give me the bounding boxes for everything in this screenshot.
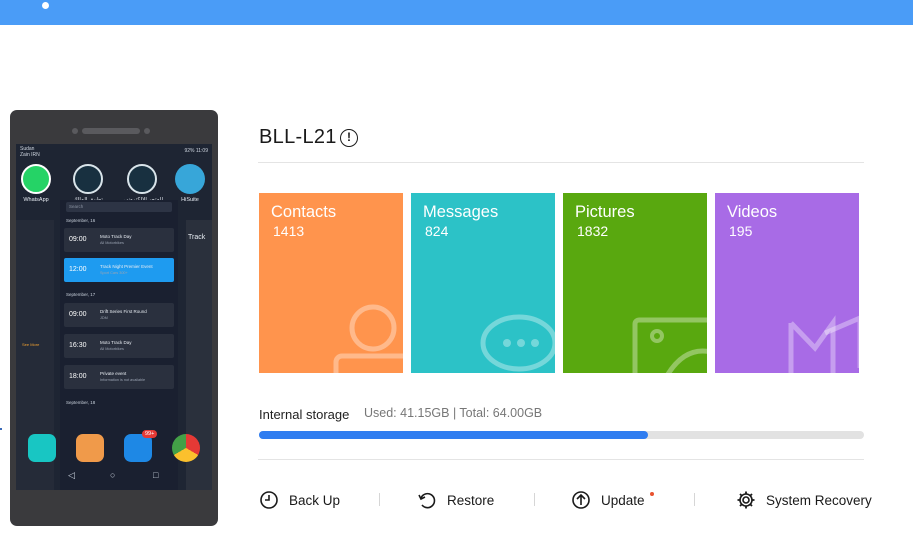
event-name: Moto Track Day (100, 340, 132, 345)
messages-app-icon (124, 434, 152, 462)
divider (258, 162, 864, 163)
system-recovery-button[interactable]: System Recovery (736, 489, 872, 511)
sensor-icon (72, 128, 78, 134)
app-owner: تطبيق المالك (70, 164, 106, 203)
contacts-app-icon (76, 434, 104, 462)
event-sub: All Motorbikes (100, 347, 124, 351)
storage-progress-fill (259, 431, 648, 439)
videos-tile[interactable]: Videos 195 (715, 193, 859, 373)
app-icon (73, 164, 103, 194)
messages-tile[interactable]: Messages 824 (411, 193, 555, 373)
phone-dock: 99+ (16, 430, 212, 464)
phone-nav-bar: ◁ ○ □ (16, 466, 212, 488)
event-name: Track Night Premier Event (100, 264, 153, 269)
phone-app-icon (28, 434, 56, 462)
storage-progress-bar (259, 431, 864, 439)
app-label: WhatsApp (23, 197, 49, 203)
event-time: 18:00 (69, 373, 87, 380)
event-row: 09:00 Moto Track Day All Motorbikes (64, 228, 174, 252)
day-header: September, 16 (66, 218, 96, 223)
restore-icon (418, 492, 436, 509)
update-label: Update (601, 492, 645, 508)
device-model-title: BLL-L21 (259, 126, 337, 148)
action-separator (379, 493, 380, 506)
whatsapp-icon (21, 164, 51, 194)
system-recovery-label: System Recovery (766, 492, 872, 508)
action-separator (534, 493, 535, 506)
title-bar (0, 0, 913, 25)
camera-icon (144, 128, 150, 134)
messages-label: Messages (423, 203, 499, 221)
update-icon (572, 491, 590, 509)
storage-label: Internal storage (259, 407, 350, 422)
event-name: Private event (100, 371, 127, 376)
event-name: Moto Track Day (100, 234, 132, 239)
speaker-grille (82, 128, 140, 134)
info-icon[interactable]: ! (340, 129, 358, 147)
message-badge: 99+ (142, 430, 158, 438)
event-row: 16:30 Moto Track Day All Motorbikes (64, 334, 174, 358)
phone-search-field: Search (66, 202, 172, 212)
back-nav-icon: ◁ (68, 470, 75, 480)
chrome-app-icon (172, 434, 200, 462)
event-sub: Information is not available (100, 378, 146, 382)
see-more-link: See More (22, 342, 40, 347)
backup-button[interactable]: Back Up (259, 489, 340, 511)
event-row: 18:00 Private event Information is not a… (64, 365, 174, 389)
card-title: Track (188, 234, 206, 241)
contacts-count: 1413 (273, 223, 305, 239)
battery-level: 92% (184, 148, 195, 154)
pictures-label: Pictures (575, 203, 635, 221)
event-sub: Sport Cars 300+ (100, 271, 128, 275)
videos-label: Videos (727, 203, 778, 221)
hisuite-icon (175, 164, 205, 194)
app-icon (127, 164, 157, 194)
action-separator (694, 493, 695, 506)
backup-label: Back Up (289, 492, 341, 508)
event-sub: All Motorbikes (100, 241, 124, 245)
restore-button[interactable]: Restore (417, 489, 494, 511)
event-time: 09:00 (69, 236, 87, 243)
day-header: September, 18 (66, 400, 96, 405)
carrier-name: Zain IRN (20, 152, 40, 158)
backup-icon (260, 491, 278, 509)
event-time: 12:00 (69, 266, 87, 273)
event-sub: JDM (100, 316, 108, 320)
event-name: Drift Series First Round (100, 309, 147, 314)
side-marker (0, 428, 2, 430)
pictures-tile[interactable]: Pictures 1832 (563, 193, 707, 373)
contacts-label: Contacts (271, 203, 337, 221)
event-row: 09:00 Drift Series First Round JDM (64, 303, 174, 327)
home-nav-icon: ○ (110, 470, 116, 480)
divider (258, 459, 864, 460)
phone-clock: 11:09 (195, 148, 208, 154)
app-store: المتجر الالكتروني (124, 164, 163, 203)
app-whatsapp: WhatsApp (18, 164, 54, 203)
storage-usage: Used: 41.15GB | Total: 64.00GB (364, 406, 543, 420)
gear-icon (737, 491, 755, 509)
phone-preview: Sudan Zain IRN 92% 11:09 WhatsApp تطبيق … (10, 110, 218, 526)
event-time: 09:00 (69, 311, 87, 318)
messages-count: 824 (425, 223, 449, 239)
window-dot-icon (42, 2, 49, 9)
event-row-selected: 12:00 Track Night Premier Event Sport Ca… (64, 258, 174, 282)
pictures-count: 1832 (577, 223, 609, 239)
phone-screen: Sudan Zain IRN 92% 11:09 WhatsApp تطبيق … (16, 144, 212, 490)
contacts-tile[interactable]: Contacts 1413 (259, 193, 403, 373)
update-notification-dot (650, 492, 654, 496)
videos-count: 195 (729, 223, 753, 239)
app-hisuite: HiSuite (172, 164, 208, 203)
day-header: September, 17 (66, 292, 96, 297)
restore-label: Restore (447, 492, 495, 508)
phone-status-bar: Sudan Zain IRN 92% 11:09 (20, 146, 208, 158)
recents-nav-icon: □ (153, 470, 159, 480)
update-button[interactable]: Update (571, 489, 645, 511)
event-time: 16:30 (69, 342, 87, 349)
